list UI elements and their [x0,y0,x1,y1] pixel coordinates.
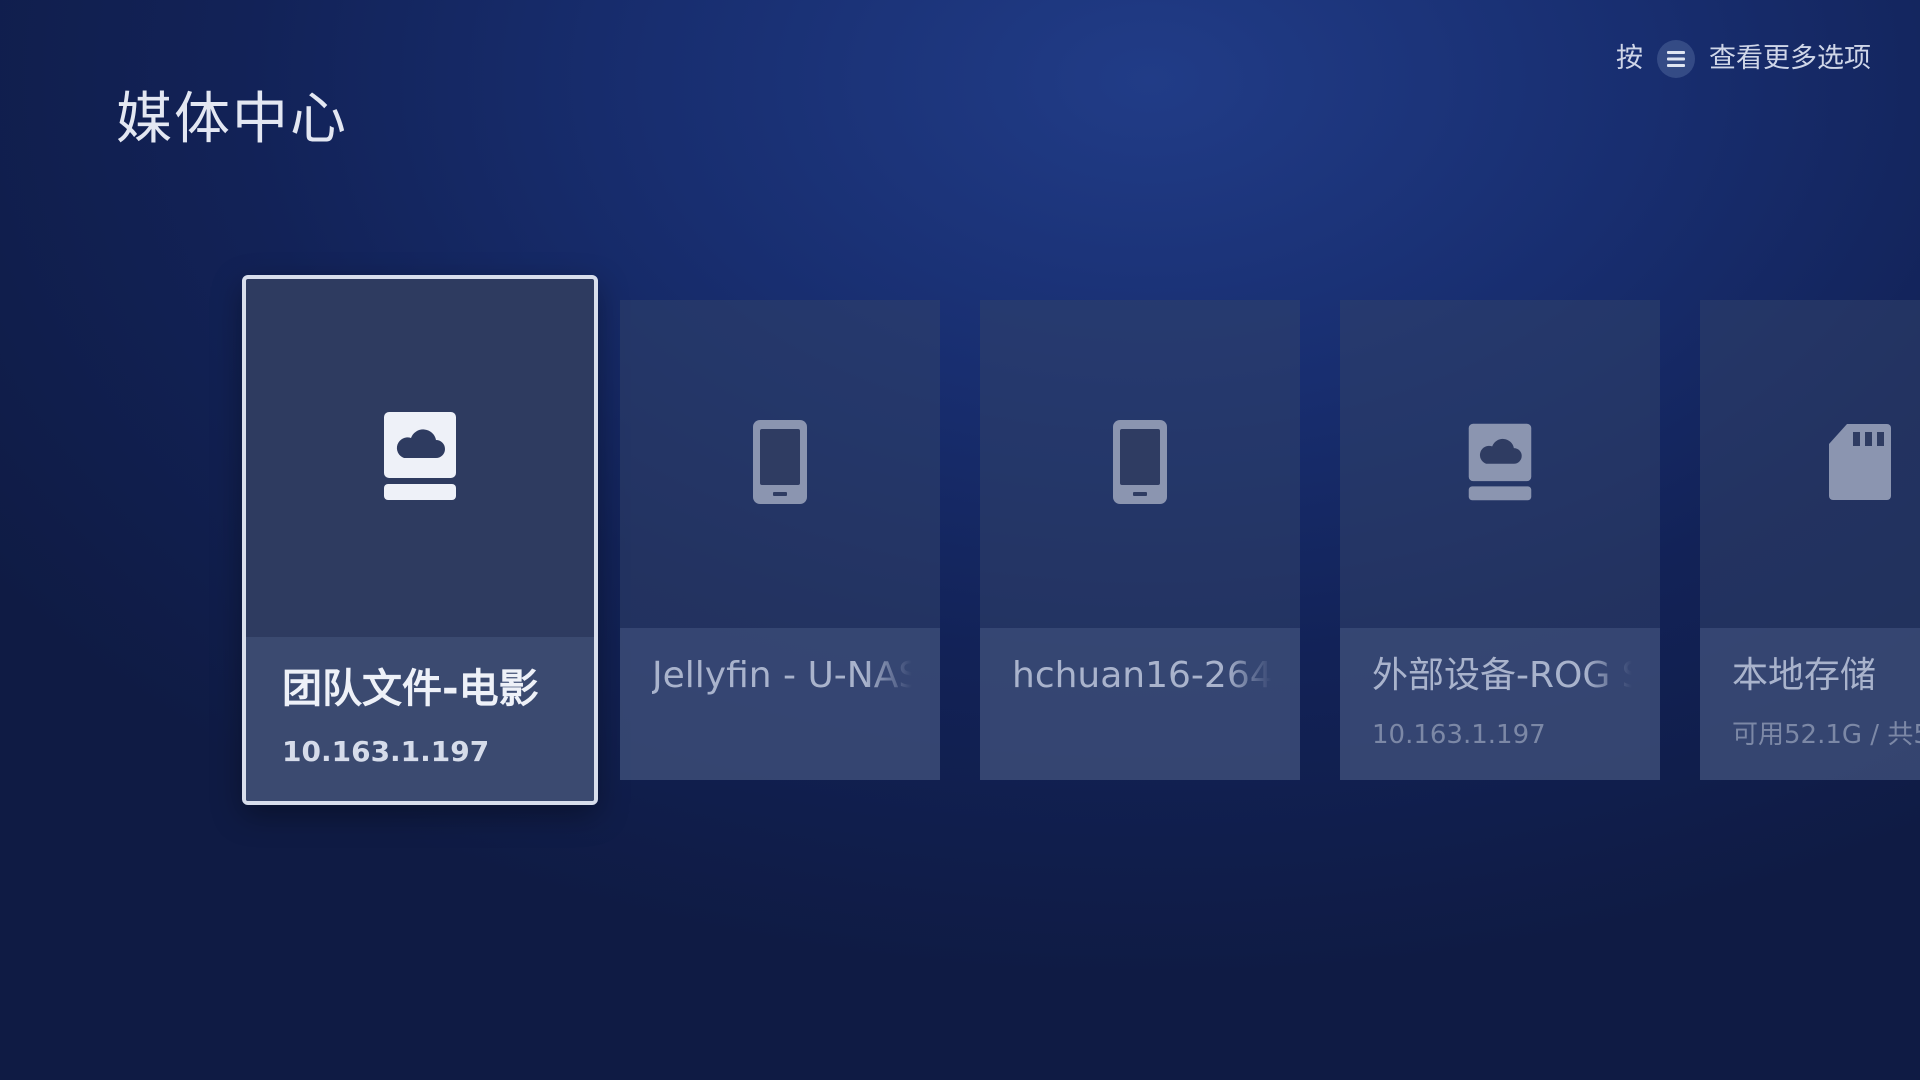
sd-card-icon [1827,422,1893,506]
phone-icon [751,418,809,510]
media-source-card[interactable]: hchuan16-264C [980,300,1300,780]
media-source-card[interactable]: 本地存储 可用52.1G / 共5 [1700,300,1920,780]
media-source-card[interactable]: Jellyfin - U-NAS [620,300,940,780]
card-name: 本地存储 [1732,655,1877,696]
media-source-card[interactable]: 外部设备-ROG S 10.163.1.197 [1340,300,1660,780]
card-subtitle: 可用52.1G / 共5 [1732,720,1920,750]
media-source-carousel: 团队文件-电影 10.163.1.197 Jellyfin - U-NAS hc… [0,0,1920,1080]
card-subtitle: 10.163.1.197 [282,735,490,768]
card-name: Jellyfin - U-NAS [652,655,912,696]
cloud-drive-icon [1467,421,1533,507]
card-subtitle: 10.163.1.197 [1372,720,1546,750]
card-name: 外部设备-ROG S [1372,655,1632,696]
card-name: hchuan16-264C [1012,655,1272,696]
cloud-drive-icon [382,410,458,506]
media-source-card[interactable]: 团队文件-电影 10.163.1.197 [242,275,598,805]
card-name: 团队文件-电影 [282,667,539,711]
phone-icon [1111,418,1169,510]
